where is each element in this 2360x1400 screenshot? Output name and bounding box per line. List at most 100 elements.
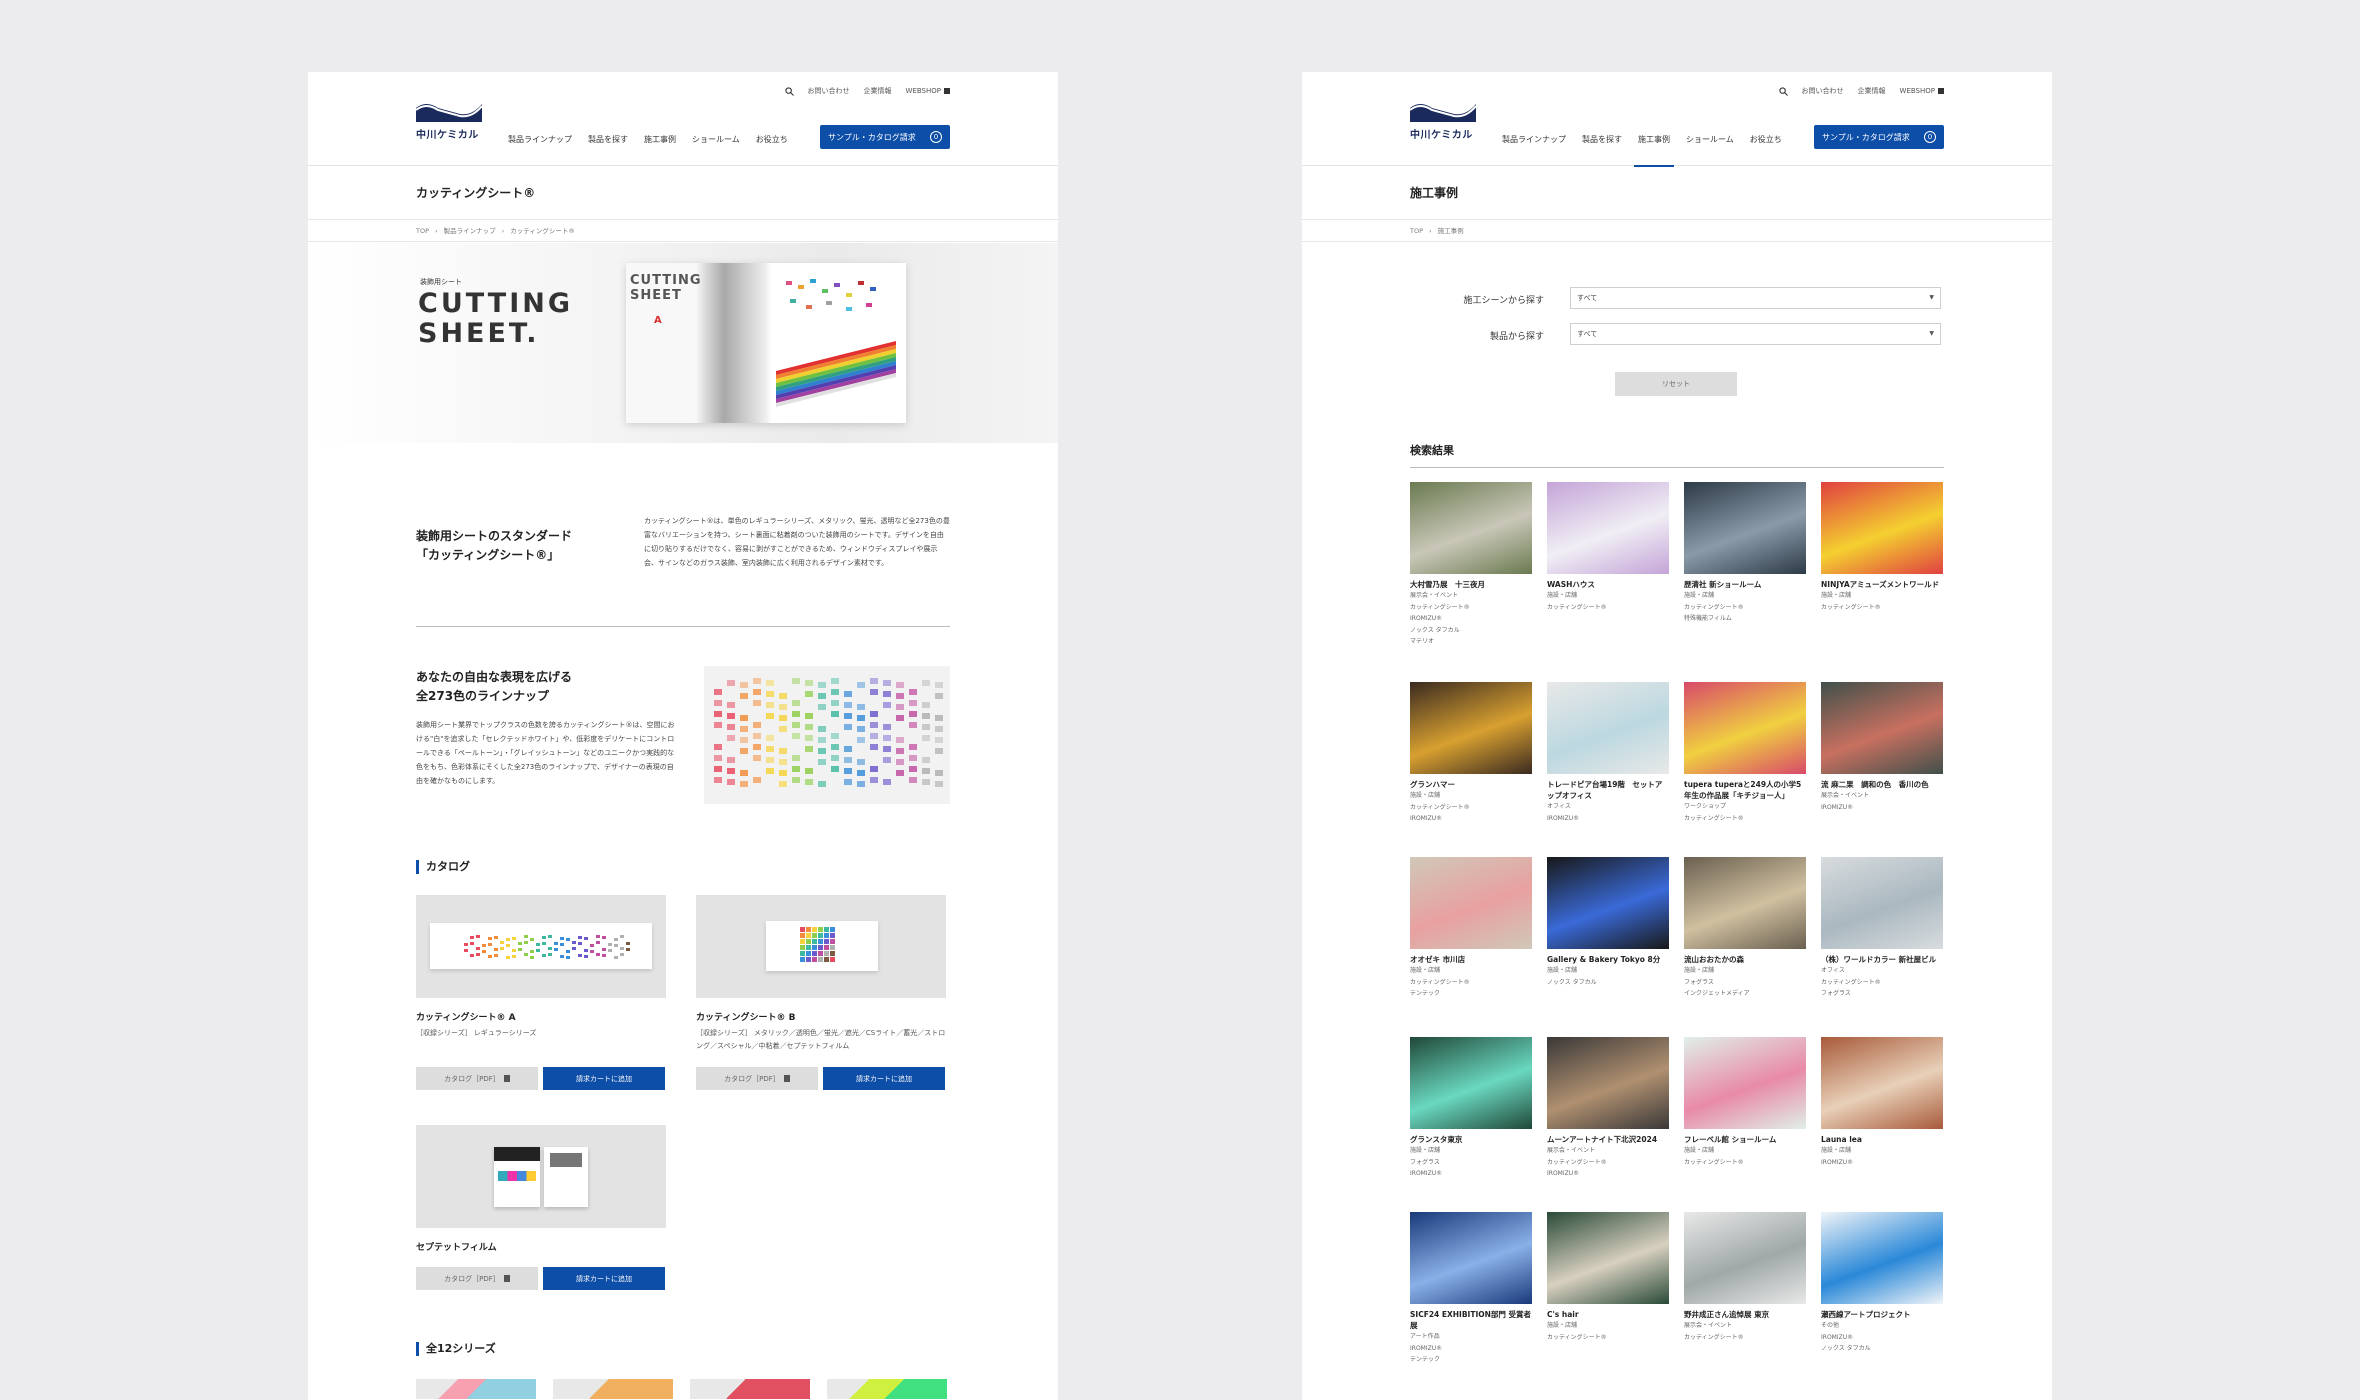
- company-logo[interactable]: 株式会社 中川ケミカル: [1410, 100, 1476, 144]
- case-card[interactable]: 流 麻二果 調和の色 香川の色 展示会・イベント IROMIZU®: [1821, 682, 1943, 813]
- company-link[interactable]: 企業情報: [864, 86, 892, 96]
- case-tag[interactable]: フォグラス: [1821, 988, 1943, 1000]
- case-card[interactable]: フレーベル館 ショールーム 施設・店舗 カッティングシート®: [1684, 1037, 1806, 1168]
- case-card[interactable]: Launa lea 施設・店舗 IROMIZU®: [1821, 1037, 1943, 1168]
- case-tag[interactable]: IROMIZU®: [1547, 1168, 1669, 1180]
- case-tag[interactable]: カッティングシート®: [1684, 1332, 1806, 1344]
- case-tag[interactable]: アート作品: [1410, 1331, 1532, 1343]
- series-thumb[interactable]: [553, 1379, 673, 1399]
- case-tag[interactable]: 施設・店舗: [1821, 1145, 1943, 1157]
- case-tag[interactable]: カッティングシート®: [1410, 802, 1532, 814]
- catalog-b-add-cart-button[interactable]: 請求カートに追加: [823, 1067, 945, 1090]
- reset-button[interactable]: リセット: [1615, 372, 1737, 396]
- breadcrumb-lineup[interactable]: 製品ラインナップ: [444, 220, 496, 241]
- case-tag[interactable]: 施設・店舗: [1684, 965, 1806, 977]
- catalog-septet-pdf-button[interactable]: カタログ［PDF］: [416, 1267, 538, 1290]
- case-card[interactable]: C's hair 施設・店舗 カッティングシート®: [1547, 1212, 1669, 1343]
- case-tag[interactable]: インクジェットメディア: [1684, 988, 1806, 1000]
- case-tag[interactable]: カッティングシート®: [1684, 1157, 1806, 1169]
- nav-product-lineup[interactable]: 製品ラインナップ: [1502, 124, 1566, 166]
- case-tag[interactable]: カッティングシート®: [1547, 602, 1669, 614]
- case-tag[interactable]: テンテック: [1410, 988, 1532, 1000]
- case-tag[interactable]: 施設・店舗: [1547, 590, 1669, 602]
- case-tag[interactable]: ノックス タフカル: [1547, 977, 1669, 989]
- series-thumb[interactable]: [690, 1379, 810, 1399]
- nav-useful[interactable]: お役立ち: [1750, 124, 1782, 166]
- case-tag[interactable]: オフィス: [1821, 965, 1943, 977]
- case-card[interactable]: グランスタ東京 施設・店舗 フォグラス IROMIZU®: [1410, 1037, 1532, 1180]
- case-card[interactable]: 歴清社 新ショールーム 施設・店舗 カッティングシート® 特殊機能フィルム: [1684, 482, 1806, 625]
- case-card[interactable]: オオゼキ 市川店 施設・店舗 カッティングシート® テンテック: [1410, 857, 1532, 1000]
- case-tag[interactable]: カッティングシート®: [1547, 1157, 1669, 1169]
- case-tag[interactable]: IROMIZU®: [1821, 1332, 1943, 1344]
- nav-find-product[interactable]: 製品を探す: [1582, 124, 1622, 166]
- case-card[interactable]: 大村雪乃展 十三夜月 展示会・イベント カッティングシート® IROMIZU® ノックス…: [1410, 482, 1532, 648]
- case-tag[interactable]: IROMIZU®: [1410, 1168, 1532, 1180]
- case-tag[interactable]: IROMIZU®: [1821, 1157, 1943, 1169]
- contact-link[interactable]: お問い合わせ: [808, 86, 850, 96]
- nav-useful[interactable]: お役立ち: [756, 124, 788, 166]
- breadcrumb-top[interactable]: TOP: [1410, 220, 1423, 241]
- company-link[interactable]: 企業情報: [1858, 86, 1886, 96]
- case-card[interactable]: トレードピア台場19階 セットアップオフィス オフィス IROMIZU®: [1547, 682, 1669, 824]
- case-tag[interactable]: カッティングシート®: [1547, 1332, 1669, 1344]
- case-card[interactable]: SICF24 EXHIBITION部門 受賞者展 アート作品 IROMIZU® テンテ…: [1410, 1212, 1532, 1366]
- company-logo[interactable]: 株式会社 中川ケミカル: [416, 100, 482, 144]
- case-tag[interactable]: フォグラス: [1684, 977, 1806, 989]
- case-card[interactable]: （株）ワールドカラー 新社屋ビル オフィス カッティングシート® フォグラス: [1821, 857, 1943, 1000]
- nav-product-lineup[interactable]: 製品ラインナップ: [508, 124, 572, 166]
- case-card[interactable]: Gallery & Bakery Tokyo 8分 施設・店舗 ノックス タフカル: [1547, 857, 1669, 988]
- case-tag[interactable]: IROMIZU®: [1410, 1343, 1532, 1355]
- catalog-septet-add-cart-button[interactable]: 請求カートに追加: [543, 1267, 665, 1290]
- case-tag[interactable]: カッティングシート®: [1410, 602, 1532, 614]
- case-card[interactable]: tupera tuperaと249人の小学5年生の作品展「キチジョー人」 ワークシ…: [1684, 682, 1806, 824]
- case-tag[interactable]: マテリオ: [1410, 636, 1532, 648]
- nav-showroom[interactable]: ショールーム: [1686, 124, 1734, 166]
- case-tag[interactable]: テンテック: [1410, 1354, 1532, 1366]
- filter-scene-select[interactable]: すべて ▼: [1570, 287, 1941, 309]
- case-tag[interactable]: カッティングシート®: [1410, 977, 1532, 989]
- case-tag[interactable]: 特殊機能フィルム: [1684, 613, 1806, 625]
- case-tag[interactable]: 施設・店舗: [1410, 1145, 1532, 1157]
- case-tag[interactable]: 展示会・イベント: [1410, 590, 1532, 602]
- sample-catalog-request-button[interactable]: サンプル・カタログ請求 0: [820, 125, 950, 149]
- breadcrumb-top[interactable]: TOP: [416, 220, 429, 241]
- case-tag[interactable]: 施設・店舗: [1410, 790, 1532, 802]
- case-tag[interactable]: IROMIZU®: [1410, 613, 1532, 625]
- case-tag[interactable]: ノックス タフカル: [1821, 1343, 1943, 1355]
- case-tag[interactable]: フォグラス: [1410, 1157, 1532, 1169]
- nav-cases[interactable]: 施工事例: [644, 124, 676, 166]
- contact-link[interactable]: お問い合わせ: [1802, 86, 1844, 96]
- case-tag[interactable]: IROMIZU®: [1547, 813, 1669, 825]
- case-tag[interactable]: 展示会・イベント: [1821, 790, 1943, 802]
- case-card[interactable]: 野井成正さん追悼展 東京 展示会・イベント カッティングシート®: [1684, 1212, 1806, 1343]
- filter-product-select[interactable]: すべて ▼: [1570, 323, 1941, 345]
- case-tag[interactable]: ワークショップ: [1684, 801, 1806, 813]
- webshop-link[interactable]: WEBSHOP: [906, 87, 950, 95]
- case-tag[interactable]: 施設・店舗: [1684, 590, 1806, 602]
- case-tag[interactable]: カッティングシート®: [1684, 813, 1806, 825]
- case-tag[interactable]: 施設・店舗: [1684, 1145, 1806, 1157]
- case-tag[interactable]: 施設・店舗: [1821, 590, 1943, 602]
- case-tag[interactable]: 施設・店舗: [1410, 965, 1532, 977]
- case-tag[interactable]: 展示会・イベント: [1547, 1145, 1669, 1157]
- case-card[interactable]: NINJYAアミューズメントワールド 施設・店舗 カッティングシート®: [1821, 482, 1943, 613]
- nav-showroom[interactable]: ショールーム: [692, 124, 740, 166]
- catalog-b-pdf-button[interactable]: カタログ［PDF］: [696, 1067, 818, 1090]
- case-tag[interactable]: カッティングシート®: [1821, 977, 1943, 989]
- case-card[interactable]: 流山おおたかの森 施設・店舗 フォグラス インクジェットメディア: [1684, 857, 1806, 1000]
- nav-find-product[interactable]: 製品を探す: [588, 124, 628, 166]
- case-tag[interactable]: IROMIZU®: [1821, 802, 1943, 814]
- case-card[interactable]: ムーンアートナイト下北沢2024 展示会・イベント カッティングシート® IROMIZ…: [1547, 1037, 1669, 1180]
- search-icon[interactable]: [1778, 86, 1788, 96]
- case-tag[interactable]: 展示会・イベント: [1684, 1320, 1806, 1332]
- case-tag[interactable]: ノックス タフカル: [1410, 625, 1532, 637]
- case-tag[interactable]: カッティングシート®: [1684, 602, 1806, 614]
- case-card[interactable]: グランハマー 施設・店舗 カッティングシート® IROMIZU®: [1410, 682, 1532, 825]
- case-tag[interactable]: 施設・店舗: [1547, 965, 1669, 977]
- catalog-a-pdf-button[interactable]: カタログ［PDF］: [416, 1067, 538, 1090]
- sample-catalog-request-button[interactable]: サンプル・カタログ請求 0: [1814, 125, 1944, 149]
- series-thumb[interactable]: [416, 1379, 536, 1399]
- case-tag[interactable]: カッティングシート®: [1821, 602, 1943, 614]
- case-card[interactable]: 瀬西線アートプロジェクト その他 IROMIZU® ノックス タフカル: [1821, 1212, 1943, 1355]
